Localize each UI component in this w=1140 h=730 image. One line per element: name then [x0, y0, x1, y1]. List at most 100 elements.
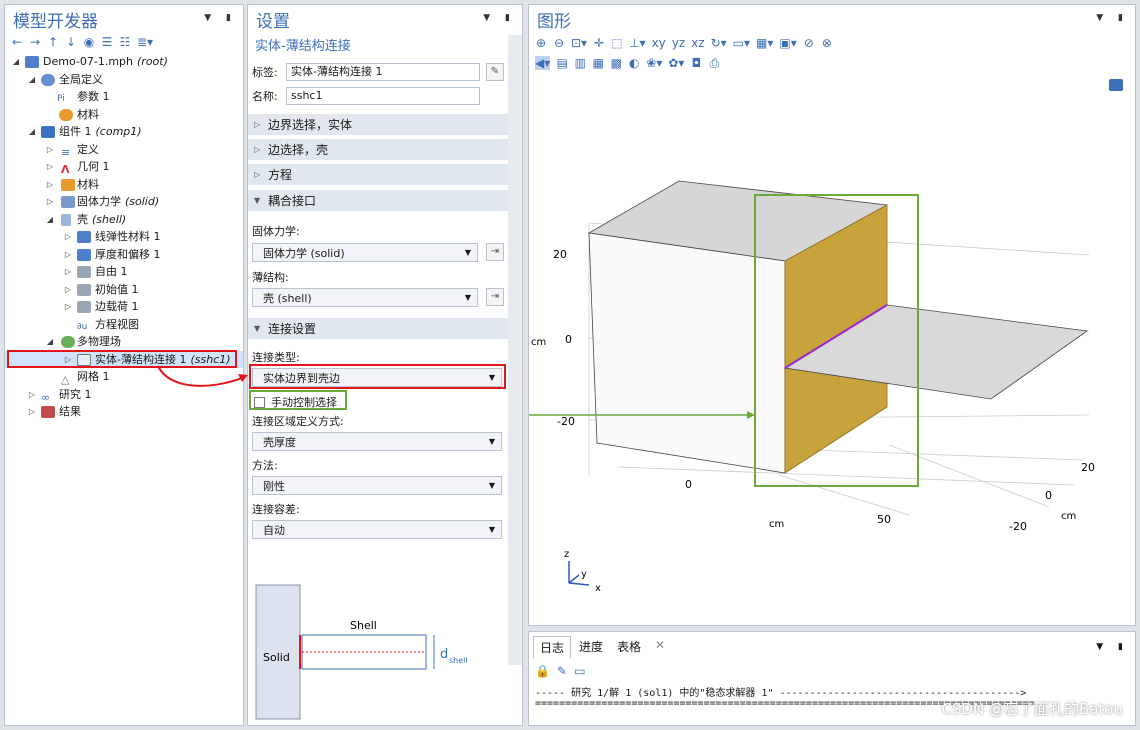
x-unit: cm: [769, 519, 784, 530]
settings-subtitle: 实体-薄结构连接: [255, 39, 351, 54]
triad-x: x: [595, 583, 601, 594]
watermark: CSDN @忘了面孔的Batou: [941, 700, 1123, 718]
triad-y: y: [581, 569, 587, 580]
menu-icon[interactable]: ≣▾: [137, 35, 153, 49]
tab-log[interactable]: 日志: [533, 636, 572, 659]
tree-item-edge-load[interactable]: ▷ 边载荷 1: [5, 298, 243, 316]
go-to-source-icon[interactable]: ⇥: [486, 288, 504, 306]
connection-diagram: Solid Shell d shell: [255, 584, 468, 720]
up-arrow-icon[interactable]: ↑: [47, 35, 59, 49]
close-table-tab-icon[interactable]: ✕: [649, 636, 671, 659]
section-boundary-solid[interactable]: ▷ 边界选择，实体: [248, 113, 510, 135]
lock-icon[interactable]: 🔒: [535, 664, 550, 678]
panel-controls[interactable]: ▼ ▮: [1096, 642, 1129, 652]
section-equation[interactable]: ▷ 方程: [248, 163, 510, 185]
definitions-icon: ≡: [61, 145, 71, 159]
tree-item-materials[interactable]: ▷ 材料: [5, 176, 243, 194]
section-edge-shell[interactable]: ▷ 边选择，壳: [248, 138, 510, 160]
geometry-icon: Λ: [61, 163, 70, 176]
go-to-source-icon[interactable]: ⇥: [486, 243, 504, 261]
z-tick-20: 20: [553, 248, 567, 261]
model-icon: [25, 56, 39, 68]
d-text: d: [440, 647, 448, 662]
tolerance-select[interactable]: 自动 ▼: [252, 520, 502, 539]
tree-item-linear-elastic[interactable]: ▷ 线弹性材料 1: [5, 228, 243, 246]
tree-item-component[interactable]: ◢ 组件 1 (comp1): [5, 123, 243, 141]
tree-item-root[interactable]: ◢ Demo-07-1.mph (root): [5, 53, 243, 71]
tree-item-geometry[interactable]: ▷ Λ 几何 1: [5, 158, 243, 176]
log-tabs: 日志 进度 表格 ✕: [533, 636, 671, 659]
materials-icon: [61, 178, 75, 191]
results-icon: [41, 406, 55, 418]
settings-title-text: 设置: [256, 11, 290, 32]
node-icon: [77, 301, 91, 313]
forward-arrow-icon[interactable]: →: [29, 35, 41, 49]
tree-item-initial-values[interactable]: ▷ 初始值 1: [5, 281, 243, 299]
y-tick-20: 20: [1081, 461, 1095, 474]
tab-progress[interactable]: 进度: [573, 636, 609, 659]
tree-item-global-definitions[interactable]: ◢ 全局定义: [5, 71, 243, 89]
annotation-curve-arrow: [157, 365, 248, 387]
tree-item-free[interactable]: ▷ 自由 1: [5, 263, 243, 281]
method-select[interactable]: 刚性 ▼: [252, 476, 502, 495]
tree-item-definitions[interactable]: ▷ ≡ 定义: [5, 141, 243, 159]
panel-controls[interactable]: ▼ ▮: [204, 13, 237, 23]
expand-all-icon[interactable]: ☰: [101, 35, 113, 49]
tree-toolbar: ← → ↑ ↓ ◉ ☰ ☷ ≣▾: [5, 33, 243, 51]
log-line-1: ----- 研究 1/解 1 (sol1) 中的"稳态求解器 1" ------…: [535, 688, 1027, 699]
z-tick-0: 0: [565, 333, 572, 346]
clear-log-icon[interactable]: ✎: [556, 664, 568, 678]
settings-scrollbar[interactable]: [508, 35, 522, 665]
back-arrow-icon[interactable]: ←: [11, 35, 23, 49]
region-select[interactable]: 壳厚度 ▼: [252, 432, 502, 451]
solid-mechanics-label: 固体力学:: [252, 225, 300, 238]
collapse-all-icon[interactable]: ☷: [119, 35, 131, 49]
tree-item-global-materials[interactable]: 材料: [5, 106, 243, 124]
z-tick-m20: -20: [557, 415, 575, 428]
equation-icon: ∂u: [77, 321, 88, 332]
settings-title: 设置 ▼ ▮: [248, 5, 522, 33]
label-row: 标签: 实体-薄结构连接 1: [252, 63, 480, 81]
mesh-icon: △: [61, 373, 70, 386]
edit-label-icon[interactable]: ✎: [486, 63, 504, 81]
down-arrow-icon[interactable]: ↓: [65, 35, 77, 49]
graphics-panel: 图形 ▼ ▮ ⊕ ⊖ ⊡▾ ✛ ⬚ ⊥▾ xy yz xz ↻▾ ▭▾ ▦▾ ▣…: [528, 4, 1136, 626]
node-icon: [77, 231, 91, 243]
label-input[interactable]: 实体-薄结构连接 1: [286, 63, 480, 81]
region-label: 连接区域定义方式:: [252, 415, 344, 428]
tree-item-results[interactable]: ▷ 结果: [5, 403, 243, 421]
tree-item-solid-mechanics[interactable]: ▷ 固体力学 (solid): [5, 193, 243, 211]
node-icon: [77, 266, 91, 278]
multiphysics-icon: [61, 336, 75, 348]
log-toolbar: 🔒 ✎ ▭: [529, 662, 586, 680]
tree-item-equation-view[interactable]: ∂u 方程视图: [5, 316, 243, 334]
shell-text: Shell: [350, 619, 377, 632]
node-icon: [77, 248, 91, 261]
node-icon: [77, 283, 91, 296]
tab-table[interactable]: 表格: [611, 636, 647, 659]
name-row: 名称: sshc1: [252, 87, 480, 105]
z-unit: cm: [531, 337, 546, 348]
solid-text: Solid: [263, 651, 290, 664]
section-coupled-interface[interactable]: ▼ 耦合接口: [248, 189, 510, 211]
thin-structure-label: 薄结构:: [252, 271, 289, 284]
panel-controls[interactable]: ▼ ▮: [483, 13, 516, 23]
solid-mechanics-icon: [61, 196, 75, 208]
eye-icon[interactable]: ◉: [83, 35, 95, 49]
solid-mechanics-select[interactable]: 固体力学 (solid) ▼: [252, 243, 478, 262]
tree-item-multiphysics[interactable]: ◢ 多物理场: [5, 333, 243, 351]
label-field-label: 标签:: [252, 66, 278, 79]
graphics-canvas[interactable]: 20 0 cm -20 0 50 cm 20 0 -20 cm z y x: [529, 5, 1135, 625]
log-panel: 日志 进度 表格 ✕ ▼ ▮ 🔒 ✎ ▭ ----- 研究 1/解 1 (sol…: [528, 631, 1136, 726]
section-connection-settings[interactable]: ▼ 连接设置: [248, 317, 510, 339]
y-unit: cm: [1061, 511, 1076, 522]
name-input[interactable]: sshc1: [286, 87, 480, 105]
triad-z: z: [564, 549, 569, 560]
tolerance-label: 连接容差:: [252, 503, 300, 516]
export-log-icon[interactable]: ▭: [574, 664, 586, 678]
thin-structure-select[interactable]: 壳 (shell) ▼: [252, 288, 478, 307]
tree-item-thickness-offset[interactable]: ▷ 厚度和偏移 1: [5, 246, 243, 264]
tree-item-parameters[interactable]: Pi 参数 1: [5, 88, 243, 106]
material-icon: [59, 108, 73, 121]
tree-item-shell[interactable]: ◢ 壳 (shell): [5, 211, 243, 229]
